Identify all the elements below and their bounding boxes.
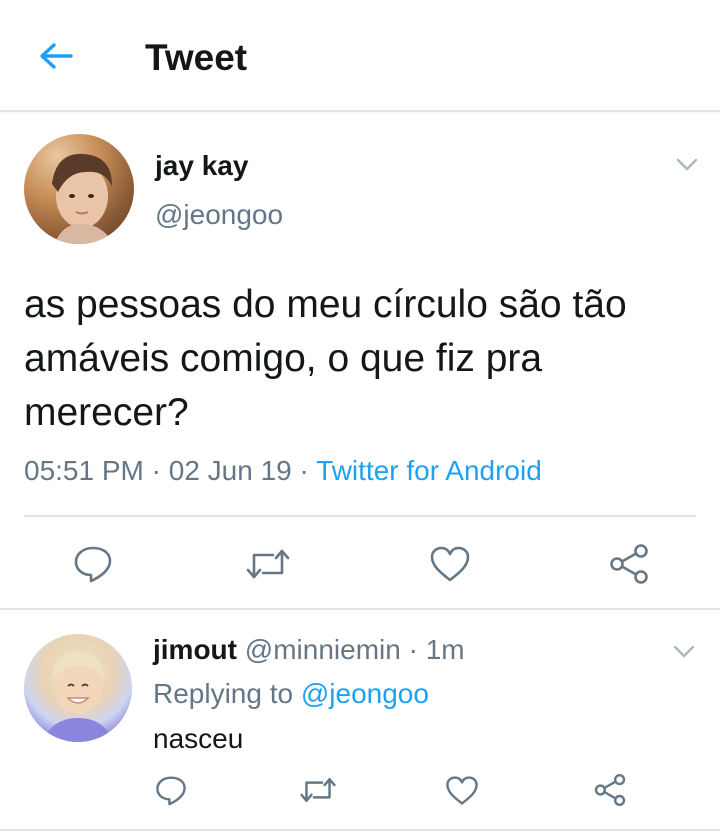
retweet-icon [300,778,336,802]
tweet-text: as pessoas do meu círculo são tão amávei… [24,283,627,434]
like-icon [430,546,470,582]
chevron-down-icon [673,645,695,658]
share-button[interactable] [606,542,652,586]
meta-separator: · [143,455,169,486]
avatar-image [52,153,114,244]
top-app-bar: Tweet [0,0,720,112]
reply-author-name[interactable]: jimout [153,634,237,665]
reply-reply-button[interactable] [153,772,189,808]
author-handle[interactable]: @jeongoo [155,199,283,231]
reply-button[interactable] [70,544,116,584]
reply-menu-button[interactable] [669,641,699,663]
reply-text: nasceu [153,723,244,754]
reply-like-button[interactable] [444,772,480,808]
retweet-icon [246,549,290,579]
reply-icon [156,775,186,805]
author-name[interactable]: jay kay [155,150,248,182]
reply-share-button[interactable] [592,770,628,810]
replying-to: Replying to @jeongoo [153,678,429,710]
divider [0,608,720,610]
arrow-left-icon [40,43,73,69]
like-button[interactable] [427,544,473,584]
tweet-time: 05:51 PM [24,455,144,486]
meta-separator: · [291,455,317,486]
tweet-date: 02 Jun 19 [168,455,292,486]
retweet-button[interactable] [244,544,292,584]
chevron-down-icon [676,158,698,171]
reply-author-avatar[interactable] [24,634,132,742]
reply-author-handle[interactable]: @minniemin [245,634,401,665]
tweet-meta: 05:51 PM · 02 Jun 19 · Twitter for Andro… [24,455,542,487]
reply-retweet-button[interactable] [298,772,338,808]
reply-age: 1m [425,634,465,665]
avatar-image [42,652,114,742]
tweet-menu-button[interactable] [672,154,702,176]
meta-separator: · [400,634,426,665]
divider [24,515,696,517]
reply-header: jimout @minniemin · 1m [153,634,465,666]
like-icon [446,775,478,805]
share-icon [610,544,648,584]
reply-icon [74,546,112,583]
tweet-source-link[interactable]: Twitter for Android [316,455,542,486]
replying-to-mention[interactable]: @jeongoo [301,678,429,709]
replying-prefix: Replying to [153,678,301,709]
share-icon [594,774,626,807]
divider [0,829,720,831]
back-button[interactable] [32,36,80,76]
page-title: Tweet [145,37,248,78]
author-avatar[interactable] [24,134,134,244]
